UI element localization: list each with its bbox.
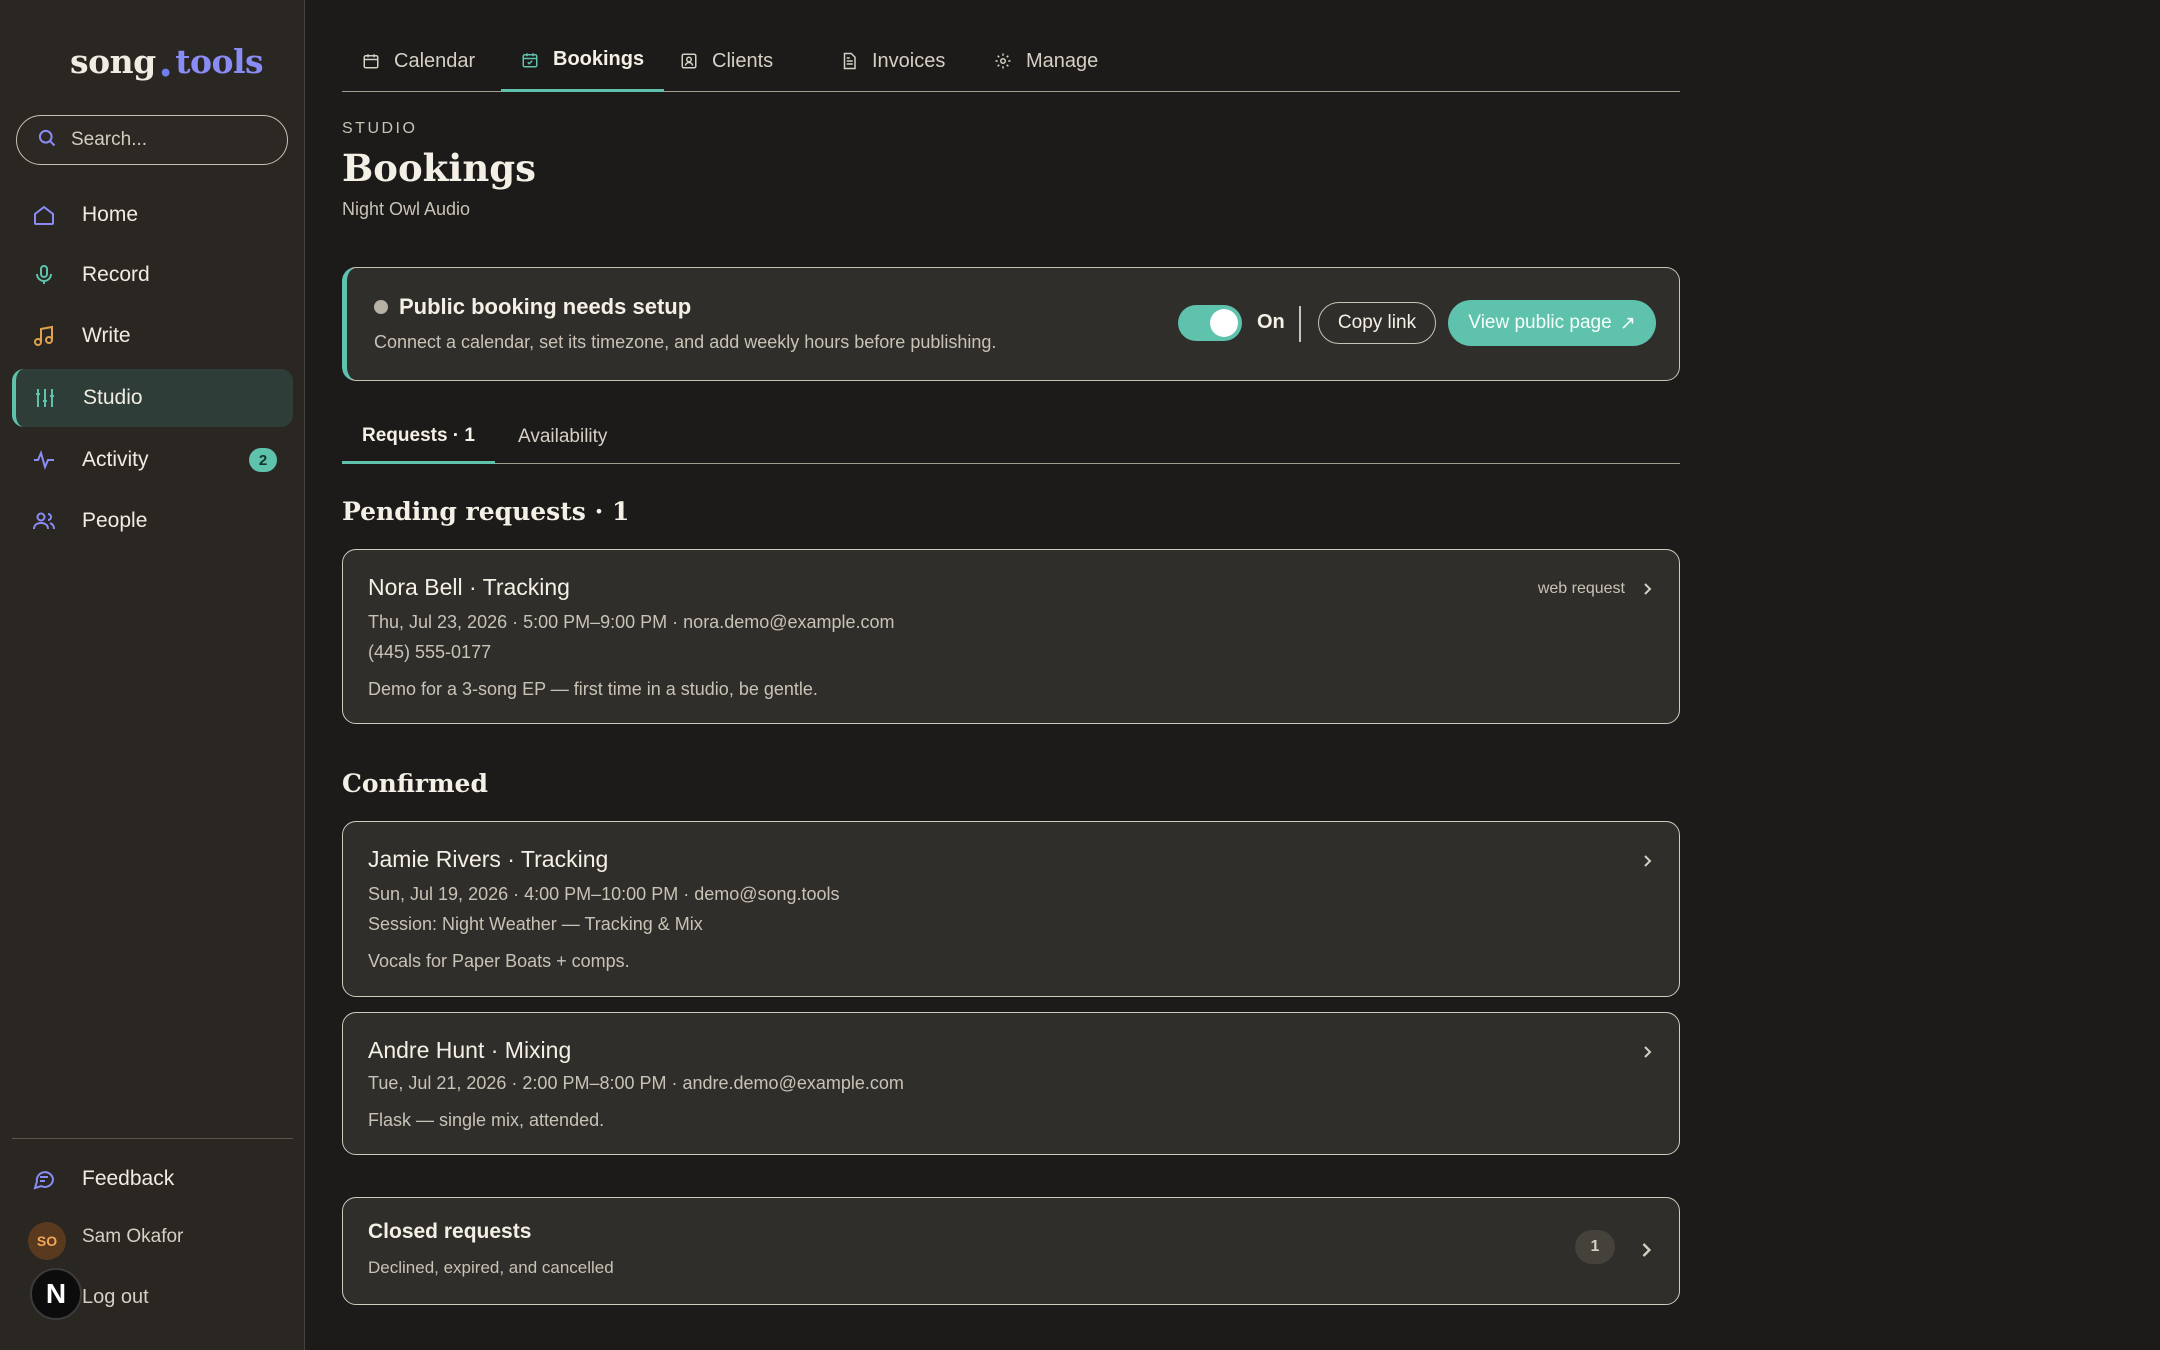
closed-count-badge: 1 (1575, 1230, 1615, 1264)
tab-label: Invoices (872, 49, 946, 72)
contact-icon (680, 52, 698, 70)
page-title: Bookings (342, 146, 536, 190)
booking-card[interactable]: Jamie Rivers · Tracking Sun, Jul 19, 202… (342, 821, 1680, 997)
sidebar-item-record[interactable]: Record (12, 246, 293, 304)
booking-subtabs: Requests · 1 Availability (342, 410, 1680, 464)
setup-title: Public booking needs setup (399, 294, 692, 319)
tab-label: Bookings (553, 48, 645, 70)
chevron-right-icon (1643, 852, 1653, 873)
pending-requests-heading: Pending requests · 1 (342, 497, 630, 526)
setup-description: Connect a calendar, set its timezone, an… (374, 332, 997, 352)
floating-n-badge[interactable]: N (30, 1268, 82, 1320)
tab-availability[interactable]: Availability (498, 410, 627, 464)
booking-details: Tue, Jul 21, 2026 · 2:00 PM–8:00 PM · an… (368, 1073, 904, 1093)
top-tabs: Calendar Bookings Clients Invoices Manag… (342, 30, 1680, 92)
toggle-label: On (1257, 311, 1285, 333)
button-label: View public page (1468, 312, 1612, 333)
closed-requests-subtitle: Declined, expired, and cancelled (368, 1258, 614, 1277)
booking-card[interactable]: Andre Hunt · Mixing Tue, Jul 21, 2026 · … (342, 1012, 1680, 1155)
divider (1299, 306, 1301, 342)
closed-requests-title: Closed requests (368, 1220, 532, 1243)
calendar-check-icon (521, 51, 539, 69)
booking-note: Demo for a 3-song EP — first time in a s… (368, 679, 818, 699)
tab-manage[interactable]: Manage (974, 30, 1118, 92)
activity-icon (30, 448, 58, 472)
logout-link[interactable]: Log out (82, 1286, 149, 1309)
feedback-link[interactable]: Feedback (12, 1150, 293, 1208)
booking-session: Session: Night Weather — Tracking & Mix (368, 914, 703, 934)
booking-title: Jamie Rivers · Tracking (368, 846, 609, 872)
sidebar-item-studio[interactable]: Studio (12, 369, 293, 427)
user-name: Sam Okafor (82, 1226, 184, 1247)
status-dot-icon (374, 300, 388, 314)
sliders-icon (31, 386, 59, 410)
search-input[interactable] (71, 129, 271, 151)
microphone-icon (30, 263, 58, 287)
booking-note: Flask — single mix, attended. (368, 1110, 605, 1130)
chevron-right-icon (1641, 1241, 1653, 1264)
booking-title: Nora Bell · Tracking (368, 574, 570, 600)
page-subtitle: Night Owl Audio (342, 199, 471, 219)
source-tag: web request (1537, 580, 1625, 597)
tab-bookings[interactable]: Bookings (501, 30, 665, 92)
sidebar: song•tools Home Record Write Studio (0, 0, 305, 1350)
sidebar-item-activity[interactable]: Activity 2 (12, 431, 293, 489)
booking-phone: (445) 555-0177 (368, 642, 492, 662)
chevron-right-icon (1643, 580, 1653, 601)
tab-calendar[interactable]: Calendar (342, 30, 495, 92)
tab-requests[interactable]: Requests · 1 (342, 410, 495, 464)
public-booking-toggle[interactable] (1178, 305, 1242, 341)
sidebar-item-label: Record (82, 263, 150, 286)
search-box[interactable] (16, 115, 288, 165)
toggle-knob (1210, 309, 1238, 337)
booking-note: Vocals for Paper Boats + comps. (368, 951, 630, 971)
activity-count-badge: 2 (249, 448, 277, 472)
external-link-icon: ↗ (1619, 312, 1636, 334)
public-booking-setup-banner: Public booking needs setup Connect a cal… (342, 267, 1680, 381)
sidebar-item-people[interactable]: People (12, 492, 293, 550)
tab-clients[interactable]: Clients (660, 30, 793, 92)
gear-icon (994, 52, 1012, 70)
sidebar-item-write[interactable]: Write (12, 307, 293, 365)
chat-bubble-icon (30, 1167, 58, 1191)
tab-label: Manage (1026, 49, 1099, 72)
app-logo[interactable]: song •tools (70, 42, 264, 87)
sidebar-item-home[interactable]: Home (12, 186, 293, 244)
sidebar-item-label: Home (82, 203, 139, 226)
booking-request-card[interactable]: Nora Bell · Tracking Thu, Jul 23, 2026 ·… (342, 549, 1680, 724)
sidebar-item-label: Activity (82, 448, 149, 471)
copy-link-button[interactable]: Copy link (1318, 302, 1436, 344)
confirmed-heading: Confirmed (342, 769, 488, 798)
tab-label: Calendar (394, 49, 476, 72)
document-icon (840, 52, 858, 70)
sidebar-divider (12, 1138, 293, 1139)
tab-invoices[interactable]: Invoices (820, 30, 965, 92)
sidebar-item-label: Studio (83, 386, 143, 409)
page-eyebrow: STUDIO (342, 120, 418, 137)
closed-requests-card[interactable]: Closed requests Declined, expired, and c… (342, 1197, 1680, 1305)
sidebar-item-label: Write (82, 324, 131, 347)
avatar[interactable]: SO (28, 1222, 66, 1260)
tab-label: Clients (712, 49, 774, 72)
booking-title: Andre Hunt · Mixing (368, 1037, 572, 1063)
booking-details: Sun, Jul 19, 2026 · 4:00 PM–10:00 PM · d… (368, 884, 840, 904)
search-icon (37, 128, 57, 153)
home-icon (30, 203, 58, 227)
people-icon (30, 509, 58, 533)
feedback-label: Feedback (82, 1167, 175, 1190)
view-public-page-button[interactable]: View public page ↗ (1448, 300, 1656, 346)
booking-details: Thu, Jul 23, 2026 · 5:00 PM–9:00 PM · no… (368, 612, 895, 632)
music-note-icon (30, 324, 58, 348)
calendar-icon (362, 52, 380, 70)
sidebar-item-label: People (82, 509, 148, 532)
chevron-right-icon (1643, 1043, 1653, 1064)
